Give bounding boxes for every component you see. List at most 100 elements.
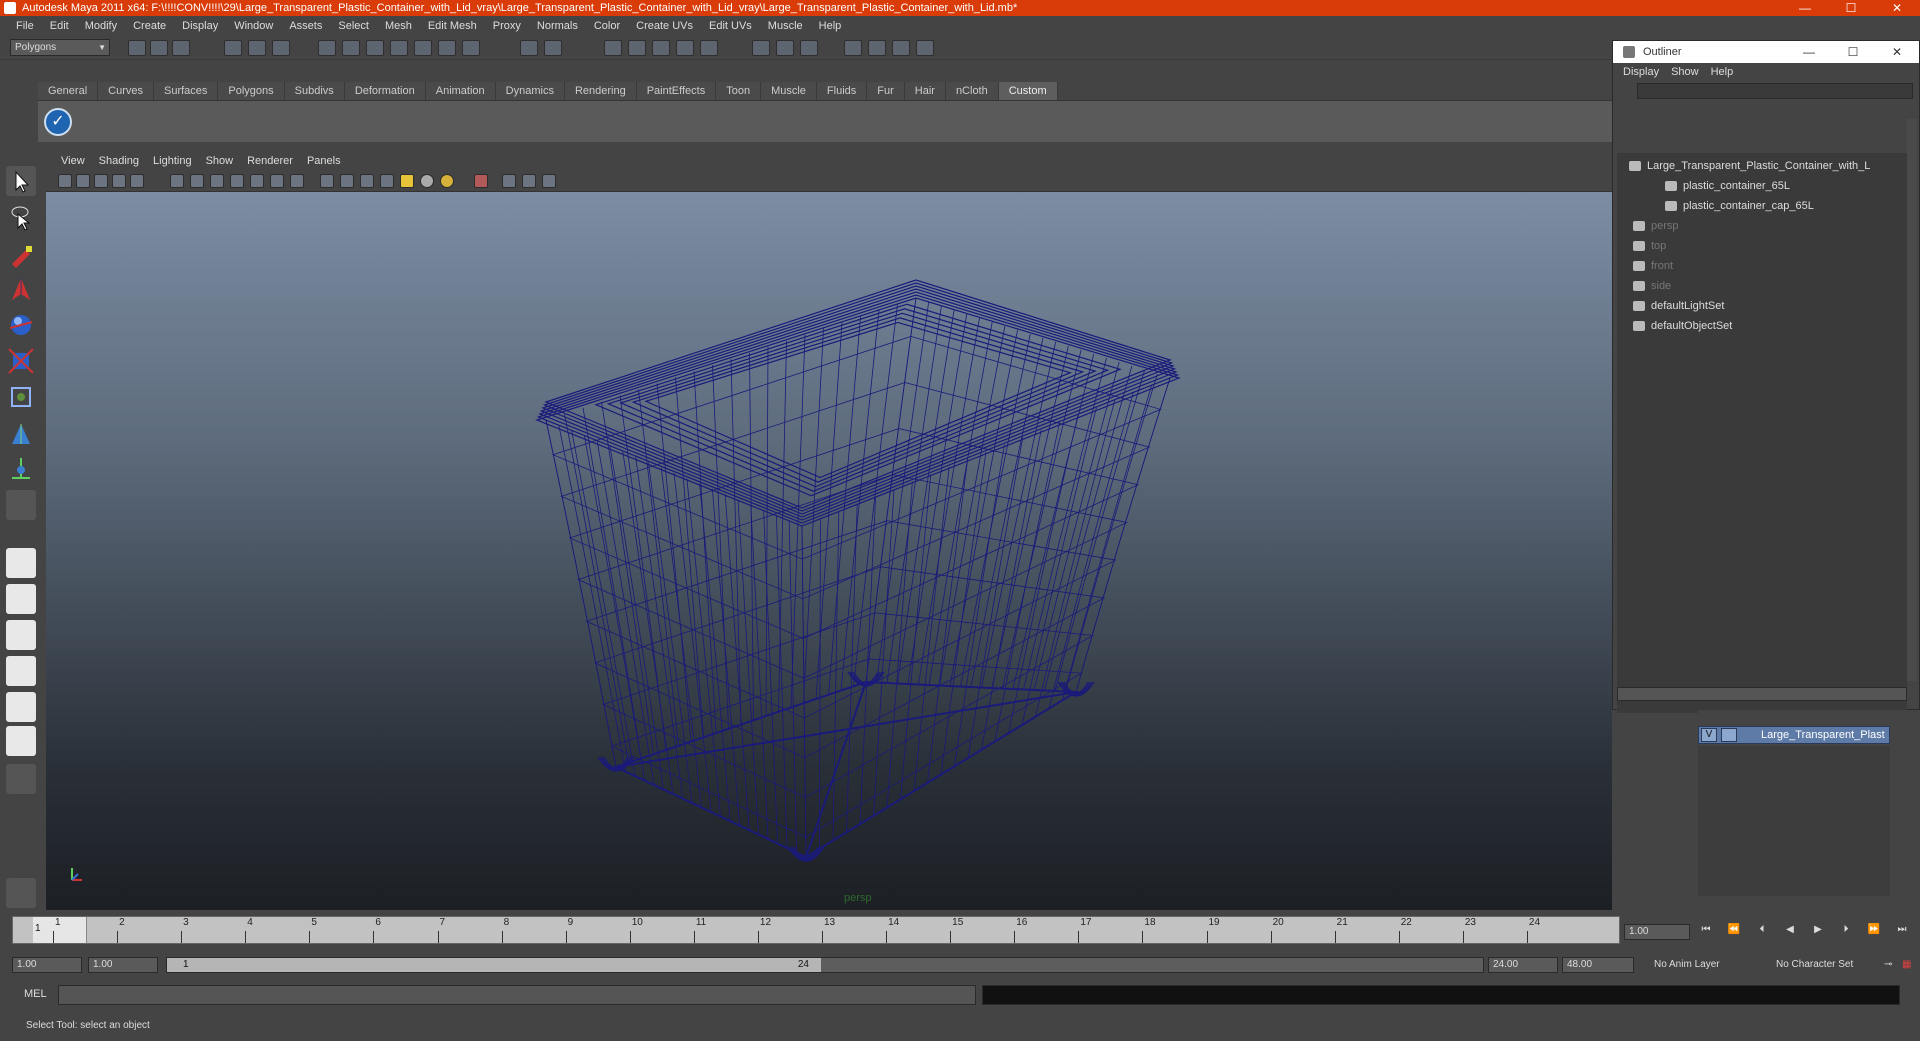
menu-item-16[interactable]: Help: [811, 20, 850, 32]
layout-persp-outliner-icon[interactable]: [892, 40, 910, 56]
select-camera-icon[interactable]: [58, 174, 72, 188]
perspective-viewport[interactable]: persp: [46, 192, 1612, 910]
render-region-icon[interactable]: [700, 40, 718, 56]
high-quality-icon[interactable]: [440, 174, 454, 188]
menu-item-8[interactable]: Mesh: [377, 20, 420, 32]
shelf-tab-subdivs[interactable]: Subdivs: [284, 82, 345, 100]
shelf-tab-toon[interactable]: Toon: [716, 82, 762, 100]
snap-plane-icon[interactable]: [390, 40, 408, 56]
menu-item-7[interactable]: Select: [330, 20, 377, 32]
render-view-icon[interactable]: [676, 40, 694, 56]
layout-single-icon[interactable]: [844, 40, 862, 56]
last-tool-icon[interactable]: [6, 490, 36, 520]
menu-item-1[interactable]: Edit: [42, 20, 77, 32]
outliner-maximize-button[interactable]: ☐: [1831, 41, 1875, 63]
select-hierarchy-icon[interactable]: [224, 40, 242, 56]
select-tool-icon[interactable]: [6, 166, 36, 196]
scale-tool-icon[interactable]: [6, 346, 36, 376]
playback-button-5[interactable]: ⏵: [1832, 924, 1860, 942]
outliner-horizontal-scrollbar[interactable]: [1617, 687, 1907, 701]
layout-four-pane-icon[interactable]: [6, 584, 36, 614]
snap-curve-icon[interactable]: [342, 40, 360, 56]
shelf-tab-dynamics[interactable]: Dynamics: [495, 82, 565, 100]
camera-attributes-icon[interactable]: [76, 174, 90, 188]
outliner-item[interactable]: front: [1617, 257, 1907, 275]
current-frame-field[interactable]: 1.00: [1624, 924, 1690, 940]
snap-grid-icon[interactable]: [318, 40, 336, 56]
menu-item-9[interactable]: Edit Mesh: [420, 20, 485, 32]
render-current-icon[interactable]: [544, 40, 562, 56]
menu-item-15[interactable]: Muscle: [760, 20, 811, 32]
menu-item-3[interactable]: Create: [125, 20, 174, 32]
layout-graph-icon[interactable]: [916, 40, 934, 56]
menu-item-12[interactable]: Color: [586, 20, 628, 32]
outliner-item[interactable]: Large_Transparent_Plastic_Container_with…: [1617, 157, 1907, 175]
playback-button-4[interactable]: ▶: [1804, 924, 1832, 942]
anim-layer-dropdown[interactable]: No Anim Layer: [1654, 957, 1754, 973]
rotate-tool-icon[interactable]: [6, 310, 36, 340]
display-layer-row[interactable]: V Large_Transparent_Plast: [1698, 726, 1890, 744]
lasso-tool-icon[interactable]: [6, 202, 36, 232]
soft-modification-icon[interactable]: [6, 418, 36, 448]
universal-manipulator-icon[interactable]: [6, 382, 36, 412]
shelf-tab-hair[interactable]: Hair: [904, 82, 946, 100]
ipr-render-icon[interactable]: [604, 40, 622, 56]
time-slider[interactable]: 1 1 2 3 4 5 6 7 8 9 10 11 12 13 14 15 16 17 18 19 20 21 22 23 2…: [12, 916, 1620, 944]
minimize-button[interactable]: —: [1782, 0, 1828, 16]
mel-label[interactable]: MEL: [24, 988, 47, 1000]
safe-title-icon[interactable]: [290, 174, 304, 188]
layout-outliner-persp-icon[interactable]: [6, 620, 36, 650]
shelf-tab-fluids[interactable]: Fluids: [816, 82, 868, 100]
command-input[interactable]: [58, 985, 976, 1005]
field-chart-icon[interactable]: [250, 174, 264, 188]
layout-hypershade-icon[interactable]: [6, 692, 36, 722]
range-slider[interactable]: 1 24: [166, 957, 1484, 973]
layout-single-pane-icon[interactable]: [6, 548, 36, 578]
construction-history-icon[interactable]: [438, 40, 456, 56]
shelf-tab-muscle[interactable]: Muscle: [761, 82, 817, 100]
new-scene-icon[interactable]: [128, 40, 146, 56]
shelf-tab-custom[interactable]: Custom: [998, 82, 1058, 100]
shelf-tab-surfaces[interactable]: Surfaces: [153, 82, 219, 100]
outliner-menu-item-1[interactable]: Show: [1667, 66, 1707, 78]
outliner-item[interactable]: plastic_container_65L: [1617, 177, 1907, 195]
safe-action-icon[interactable]: [270, 174, 284, 188]
menu-item-13[interactable]: Create UVs: [628, 20, 701, 32]
hypershade-icon[interactable]: [652, 40, 670, 56]
shelf-tab-general[interactable]: General: [38, 82, 99, 100]
shelf-tab-painteffects[interactable]: PaintEffects: [636, 82, 717, 100]
resolution-gate-icon[interactable]: [210, 174, 224, 188]
outliner-minimize-button[interactable]: —: [1787, 41, 1831, 63]
shelf-tab-fur[interactable]: Fur: [867, 82, 905, 100]
menu-item-14[interactable]: Edit UVs: [701, 20, 760, 32]
panel-menu-item-4[interactable]: Renderer: [240, 155, 300, 167]
auto-key-icon[interactable]: ▦: [1902, 957, 1916, 973]
outliner-item[interactable]: persp: [1617, 217, 1907, 235]
playback-start-field[interactable]: 1.00: [88, 957, 158, 973]
bookmarks-icon[interactable]: [94, 174, 108, 188]
panel-menu-item-3[interactable]: Show: [199, 155, 241, 167]
panel-menu-item-0[interactable]: View: [54, 155, 92, 167]
show-manipulator-icon[interactable]: [6, 454, 36, 484]
xray-joints-icon[interactable]: [522, 174, 536, 188]
shelf-tab-curves[interactable]: Curves: [98, 82, 154, 100]
close-button[interactable]: ✕: [1874, 0, 1920, 16]
outliner-item[interactable]: plastic_container_cap_65L: [1617, 197, 1907, 215]
shelf-menu-handle[interactable]: [12, 82, 36, 142]
playback-button-1[interactable]: ⏪: [1720, 924, 1748, 942]
two-d-pan-icon[interactable]: [130, 174, 144, 188]
shelf-tab-rendering[interactable]: Rendering: [564, 82, 637, 100]
film-gate-icon[interactable]: [190, 174, 204, 188]
menu-item-2[interactable]: Modify: [77, 20, 125, 32]
playback-button-3[interactable]: ◀: [1776, 924, 1804, 942]
layer-playback-toggle[interactable]: [1721, 728, 1737, 742]
playback-button-7[interactable]: ⏭: [1888, 924, 1916, 942]
range-handle[interactable]: 1 24: [167, 958, 821, 972]
layout-persp-trax-icon[interactable]: [6, 726, 36, 756]
playback-button-2[interactable]: ⏴: [1748, 924, 1776, 942]
menu-item-11[interactable]: Normals: [529, 20, 586, 32]
playback-button-0[interactable]: ⏮: [1692, 924, 1720, 942]
isolate-select-icon[interactable]: [474, 174, 488, 188]
menu-item-6[interactable]: Assets: [281, 20, 330, 32]
outliner-item[interactable]: side: [1617, 277, 1907, 295]
